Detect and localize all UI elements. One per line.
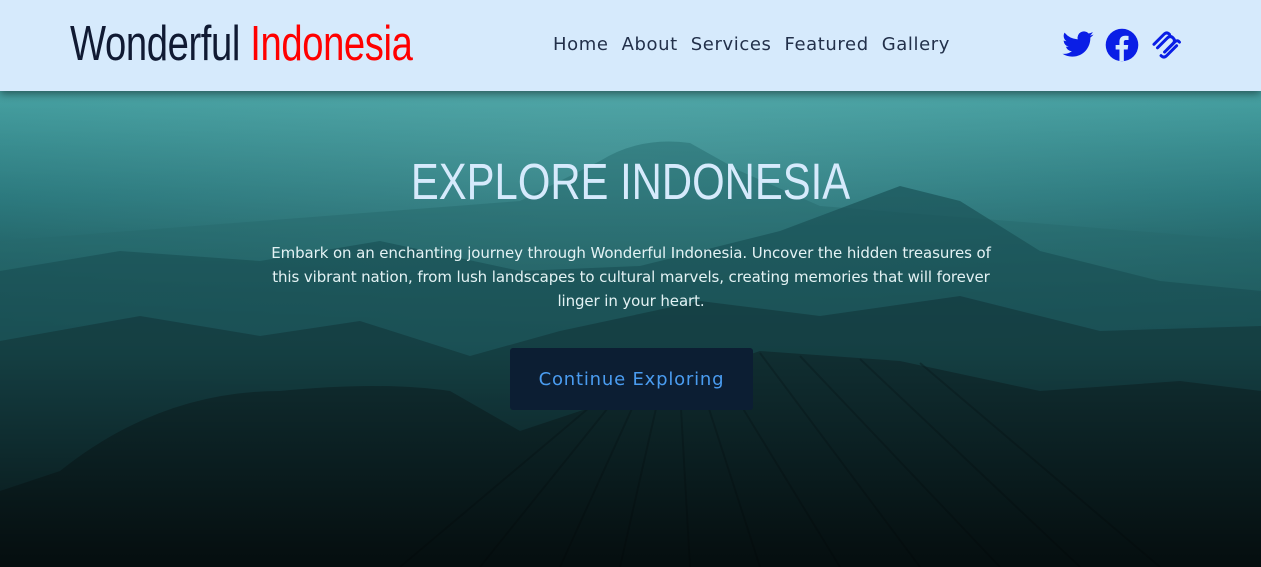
nav-home[interactable]: Home <box>553 31 609 59</box>
social-links <box>1061 28 1183 62</box>
brand-second-word: Indonesia <box>250 17 413 71</box>
nav-services[interactable]: Services <box>691 31 772 59</box>
twitter-icon[interactable] <box>1061 28 1095 62</box>
continue-exploring-button[interactable]: Continue Exploring <box>510 348 753 410</box>
main-nav: Home About Services Featured Gallery <box>553 31 950 59</box>
hero-title: EXPLORE INDONESIA <box>410 153 851 210</box>
nav-featured[interactable]: Featured <box>784 31 868 59</box>
facebook-icon[interactable] <box>1105 28 1139 62</box>
hero-description: Embark on an enchanting journey through … <box>271 244 991 310</box>
brand-first-word: Wonderful <box>70 17 241 71</box>
site-header: Wonderful Indonesia Home About Services … <box>0 0 1261 91</box>
nav-about[interactable]: About <box>622 31 678 59</box>
site-logo[interactable]: Wonderful Indonesia <box>70 10 413 78</box>
squarespace-icon[interactable] <box>1149 28 1183 62</box>
nav-gallery[interactable]: Gallery <box>882 31 950 59</box>
hero-section: EXPLORE INDONESIA Embark on an enchantin… <box>0 91 1261 567</box>
